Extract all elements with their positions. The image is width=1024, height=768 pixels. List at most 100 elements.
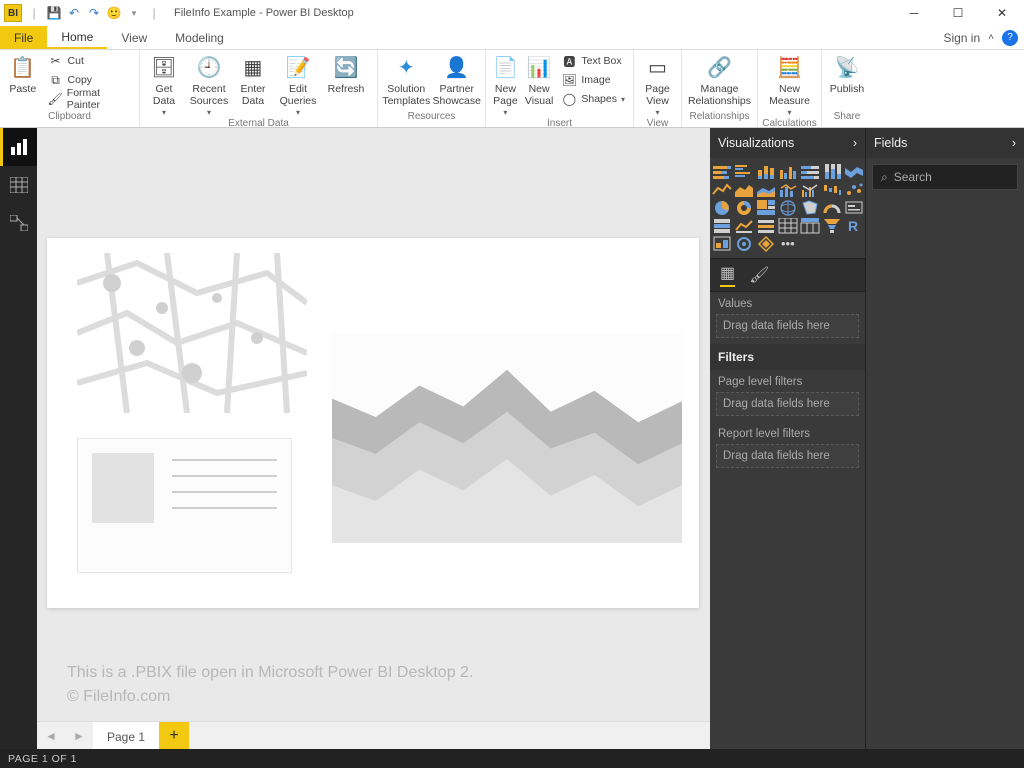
viz-scatter-icon[interactable] (844, 182, 864, 198)
close-button[interactable]: ✕ (980, 0, 1024, 26)
viz-slicer-icon[interactable] (756, 218, 776, 234)
tab-view[interactable]: View (107, 26, 161, 49)
viz-clustered-column-icon[interactable] (778, 164, 798, 180)
partner-showcase-button[interactable]: 👤Partner Showcase (433, 52, 481, 107)
publish-label: Publish (830, 84, 864, 96)
viz-donut-icon[interactable] (734, 200, 754, 216)
format-tab-icon[interactable]: 🖌 (749, 265, 769, 285)
shapes-button[interactable]: ◯Shapes ▾ (557, 90, 629, 108)
page-filters-label: Page level filters (710, 370, 865, 390)
tab-home[interactable]: Home (47, 26, 107, 49)
viz-python-visual-icon[interactable] (712, 236, 732, 252)
viz-stacked-column-icon[interactable] (756, 164, 776, 180)
view-rail (0, 128, 37, 749)
viz-table-icon[interactable] (778, 218, 798, 234)
tab-modeling[interactable]: Modeling (161, 26, 238, 49)
next-page-button[interactable]: ► (65, 722, 93, 750)
viz-r-visual-icon[interactable]: R (844, 218, 864, 234)
data-view-button[interactable] (0, 166, 37, 204)
text-box-button[interactable]: 🅰Text Box (557, 52, 629, 70)
sign-in-link[interactable]: Sign in (943, 31, 980, 45)
viz-waterfall-icon[interactable] (822, 182, 842, 198)
viz-line-stacked-column-icon[interactable] (778, 182, 798, 198)
page-view-button[interactable]: ▭Page View▾ (638, 52, 677, 118)
chevron-up-icon[interactable]: ˄ (988, 32, 994, 43)
viz-custom-visual-icon[interactable]: ••• (778, 236, 798, 252)
card-placeholder (77, 438, 292, 573)
paste-label: Paste (9, 84, 36, 96)
manage-relationships-label: Manage Relationships (688, 84, 751, 107)
image-icon: 🖼 (561, 72, 577, 88)
get-data-button[interactable]: 🗄Get Data▾ (144, 52, 184, 118)
prev-page-button[interactable]: ◄ (37, 722, 65, 750)
viz-clustered-bar-icon[interactable] (734, 164, 754, 180)
fields-tab-icon[interactable]: ▦ (720, 263, 735, 287)
publish-button[interactable]: 📡Publish (826, 52, 868, 96)
visualization-picker: R ••• (710, 158, 865, 258)
minimize-button[interactable]: ─ (892, 0, 936, 26)
calc-icon: 🧮 (776, 54, 804, 82)
page-tab-1[interactable]: Page 1 (93, 722, 159, 750)
viz-gauge-icon[interactable] (822, 200, 842, 216)
format-painter-button[interactable]: 🖌Format Painter (44, 90, 135, 108)
report-view-button[interactable] (0, 128, 37, 166)
viz-pie-icon[interactable] (712, 200, 732, 216)
fields-header[interactable]: Fields › (866, 128, 1024, 158)
viz-map-icon[interactable] (778, 200, 798, 216)
save-icon[interactable]: 💾 (46, 5, 62, 21)
table-icon: ▦ (239, 54, 267, 82)
viz-treemap-icon[interactable] (756, 200, 776, 216)
qat-dropdown-icon[interactable]: ▾ (126, 5, 142, 21)
fields-search-input[interactable]: ⌕ Search (872, 164, 1018, 190)
viz-power-apps-icon[interactable] (756, 236, 776, 252)
viz-area-icon[interactable] (734, 182, 754, 198)
new-visual-button[interactable]: 📊New Visual (523, 52, 556, 107)
values-label: Values (710, 292, 865, 312)
recent-sources-button[interactable]: 🕘Recent Sources▾ (186, 52, 232, 118)
add-page-button[interactable]: + (159, 722, 189, 750)
new-measure-button[interactable]: 🧮New Measure▾ (762, 52, 817, 118)
viz-100-stacked-column-icon[interactable] (822, 164, 842, 180)
viz-line-icon[interactable] (712, 182, 732, 198)
image-button[interactable]: 🖼Image (557, 71, 629, 89)
copy-icon: ⧉ (48, 72, 64, 88)
manage-relationships-button[interactable]: 🔗Manage Relationships (686, 52, 753, 107)
viz-matrix-icon[interactable] (800, 218, 820, 234)
solution-templates-button[interactable]: ✦Solution Templates (382, 52, 431, 107)
viz-100-stacked-bar-icon[interactable] (800, 164, 820, 180)
new-page-button[interactable]: 📄New Page▾ (490, 52, 521, 118)
report-filters-dropzone[interactable]: Drag data fields here (716, 444, 859, 468)
smiley-icon[interactable]: 🙂 (106, 5, 122, 21)
window-controls: ─ ☐ ✕ (892, 0, 1024, 26)
viz-kpi-icon[interactable] (734, 218, 754, 234)
edit-queries-button[interactable]: 📝Edit Queries▾ (274, 52, 322, 118)
viz-stacked-bar-icon[interactable] (712, 164, 732, 180)
refresh-button[interactable]: 🔄Refresh (324, 52, 368, 96)
filters-header[interactable]: Filters (710, 344, 865, 370)
file-tab[interactable]: File (0, 26, 47, 49)
redo-icon[interactable]: ↷ (86, 5, 102, 21)
report-filters-label: Report level filters (710, 422, 865, 442)
page-filters-dropzone[interactable]: Drag data fields here (716, 392, 859, 416)
viz-line-clustered-column-icon[interactable] (800, 182, 820, 198)
paste-button[interactable]: 📋 Paste (4, 52, 42, 96)
viz-funnel-icon[interactable] (822, 218, 842, 234)
enter-data-button[interactable]: ▦Enter Data (234, 52, 272, 107)
viz-filled-map-icon[interactable] (800, 200, 820, 216)
model-view-button[interactable] (0, 204, 37, 242)
viz-arcgis-icon[interactable] (734, 236, 754, 252)
viz-stacked-area-icon[interactable] (756, 182, 776, 198)
viz-multi-row-card-icon[interactable] (712, 218, 732, 234)
report-canvas-area[interactable]: This is a .PBIX file open in Microsoft P… (37, 128, 710, 749)
qat-separator: | (26, 5, 42, 21)
visualizations-header[interactable]: Visualizations › (710, 128, 865, 158)
undo-icon[interactable]: ↶ (66, 5, 82, 21)
viz-ribbon-icon[interactable] (844, 164, 864, 180)
values-dropzone[interactable]: Drag data fields here (716, 314, 859, 338)
maximize-button[interactable]: ☐ (936, 0, 980, 26)
cut-button[interactable]: ✂Cut (44, 52, 135, 70)
report-page[interactable] (47, 238, 699, 608)
help-icon[interactable]: ? (1002, 30, 1018, 46)
viz-card-icon[interactable] (844, 200, 864, 216)
textbox-icon: 🅰 (561, 53, 577, 69)
